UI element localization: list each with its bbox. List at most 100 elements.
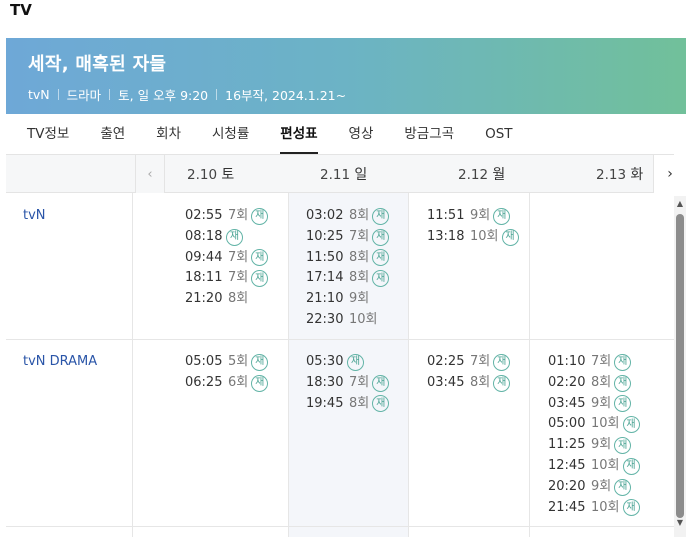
column-divider: [529, 193, 530, 537]
schedule-slot[interactable]: 01:10 7회 재: [548, 352, 640, 373]
chevron-left-icon: ‹: [147, 166, 153, 182]
rerun-badge-icon: 재: [347, 353, 364, 371]
schedule-slot[interactable]: 21:20 8회: [185, 289, 268, 310]
schedule-slot[interactable]: 10:25 7회 재: [306, 227, 390, 248]
schedule-slot[interactable]: 08:18 재: [185, 227, 268, 248]
schedule-slot[interactable]: 03:45 8회 재: [427, 373, 511, 394]
slot-time: 18:30: [306, 374, 344, 390]
schedule-cell: 05:30 재 18:30 7회 재 19:45 8회 재: [306, 352, 390, 415]
schedule-cell: 01:10 7회 재 02:20 8회 재 03:45 9회 재 05:00 10회 재 11:25 9회…: [548, 352, 640, 518]
slot-episode: 9회: [591, 437, 612, 453]
slot-episode: 9회: [349, 291, 370, 307]
slot-episode: 10회: [470, 228, 499, 244]
rerun-badge-icon: 재: [226, 228, 243, 246]
schedule-slot[interactable]: 02:25 7회 재: [427, 352, 511, 373]
rerun-badge-icon: 재: [251, 374, 269, 392]
slot-episode: 8회: [349, 249, 370, 265]
slot-episode: 8회: [591, 374, 612, 390]
slot-time: 03:45: [427, 374, 465, 390]
slot-episode: 7회: [228, 270, 249, 286]
schedule-slot[interactable]: 21:10 9회: [306, 289, 389, 310]
schedule-slot[interactable]: 09:44 7회 재: [185, 248, 269, 269]
schedule-slot[interactable]: 18:11 7회 재: [185, 268, 269, 289]
schedule-slot[interactable]: 11:50 8회 재: [306, 248, 390, 269]
schedule-slot[interactable]: 13:18 10회 재: [427, 227, 519, 248]
page-heading: TV: [10, 1, 32, 19]
program-channel[interactable]: tvN: [28, 87, 50, 102]
program-title[interactable]: 세작, 매혹된 자들: [28, 50, 686, 76]
rerun-badge-icon: 재: [372, 249, 390, 267]
scroll-down-icon[interactable]: ▼: [674, 517, 686, 529]
slot-time: 21:20: [185, 291, 223, 307]
tab-schedule[interactable]: 편성표: [280, 114, 318, 154]
slot-episode: 7회: [228, 208, 249, 223]
schedule-slot[interactable]: 05:05 5회 재: [185, 352, 269, 373]
tab-videos[interactable]: 영상: [349, 114, 374, 154]
rerun-badge-icon: 재: [493, 353, 511, 371]
rerun-badge-icon: 재: [614, 353, 632, 371]
next-dates-button[interactable]: ›: [653, 155, 674, 193]
day-label: 일: [354, 167, 368, 183]
rerun-badge-icon: 재: [614, 395, 632, 413]
tab-episodes[interactable]: 회차: [156, 114, 181, 154]
slot-episode: 9회: [470, 208, 491, 223]
schedule-slot[interactable]: 11:25 9회 재: [548, 435, 640, 456]
schedule-cell: 02:25 7회 재 03:45 8회 재: [427, 352, 511, 394]
rerun-badge-icon: 재: [372, 395, 390, 413]
schedule-grid: ‹ 2.10 토 2.11 일 2.12 월 2.13 화 › tvN tvN …: [6, 154, 674, 537]
slot-time: 02:25: [427, 354, 465, 369]
schedule-cell: 03:02 8회 재 10:25 7회 재 11:50 8회 재 17:14 8회 재 21:10 9회 2…: [306, 206, 390, 331]
column-divider: [288, 193, 289, 537]
date-header: 2.11 일: [320, 155, 367, 193]
day-label: 화: [630, 167, 644, 183]
tab-songs[interactable]: 방금그곡: [404, 114, 454, 154]
date-header: 2.10 토: [187, 155, 234, 193]
tab-tv-info[interactable]: TV정보: [27, 114, 69, 154]
row-divider: [6, 526, 674, 527]
slot-episode: 7회: [591, 354, 612, 369]
day-label: 토: [221, 167, 235, 183]
schedule-slot[interactable]: 11:51 9회 재: [427, 206, 519, 227]
rerun-badge-icon: 재: [251, 270, 269, 288]
slot-time: 05:30: [306, 354, 344, 369]
rerun-badge-icon: 재: [493, 207, 511, 225]
slot-time: 06:25: [185, 374, 223, 390]
slot-episode: 8회: [349, 208, 370, 223]
tab-ost[interactable]: OST: [485, 114, 512, 154]
slot-episode: 8회: [228, 291, 249, 307]
schedule-slot[interactable]: 19:45 8회 재: [306, 394, 390, 415]
schedule-slot[interactable]: 03:02 8회 재: [306, 206, 390, 227]
slot-episode: 10회: [591, 457, 620, 473]
schedule-slot[interactable]: 02:20 8회 재: [548, 373, 640, 394]
schedule-slot[interactable]: 03:45 9회 재: [548, 394, 640, 415]
slot-time: 10:25: [306, 228, 344, 244]
tab-cast[interactable]: 출연: [100, 114, 125, 154]
schedule-slot[interactable]: 22:30 10회: [306, 310, 389, 331]
schedule-slot[interactable]: 18:30 7회 재: [306, 373, 390, 394]
slot-time: 11:51: [427, 208, 465, 223]
schedule-slot[interactable]: 17:14 8회 재: [306, 268, 390, 289]
schedule-slot[interactable]: 20:20 9회 재: [548, 477, 640, 498]
slot-time: 21:10: [306, 291, 344, 307]
schedule-slot[interactable]: 21:45 10회 재: [548, 498, 640, 519]
schedule-slot[interactable]: 05:00 10회 재: [548, 414, 640, 435]
scroll-up-icon[interactable]: ▲: [674, 198, 686, 210]
rerun-badge-icon: 재: [614, 478, 632, 496]
slot-time: 09:44: [185, 249, 223, 265]
scrollbar-thumb[interactable]: [676, 214, 684, 518]
schedule-slot[interactable]: 06:25 6회 재: [185, 373, 269, 394]
slot-time: 17:14: [306, 270, 344, 286]
tab-ratings[interactable]: 시청률: [212, 114, 249, 154]
rerun-badge-icon: 재: [622, 457, 640, 475]
schedule-slot[interactable]: 05:30 재: [306, 352, 389, 373]
slot-time: 18:11: [185, 270, 223, 286]
vertical-scrollbar[interactable]: ▲ ▼: [674, 196, 686, 537]
channel-name[interactable]: tvN: [23, 208, 46, 223]
channel-name[interactable]: tvN DRAMA: [23, 354, 97, 369]
prev-dates-button[interactable]: ‹: [135, 155, 165, 193]
schedule-slot[interactable]: 12:45 10회 재: [548, 456, 640, 477]
slot-time: 19:45: [306, 395, 344, 411]
slot-episode: 5회: [228, 354, 249, 369]
schedule-slot[interactable]: 02:55 7회 재: [185, 206, 269, 227]
slot-episode: 7회: [349, 228, 370, 244]
